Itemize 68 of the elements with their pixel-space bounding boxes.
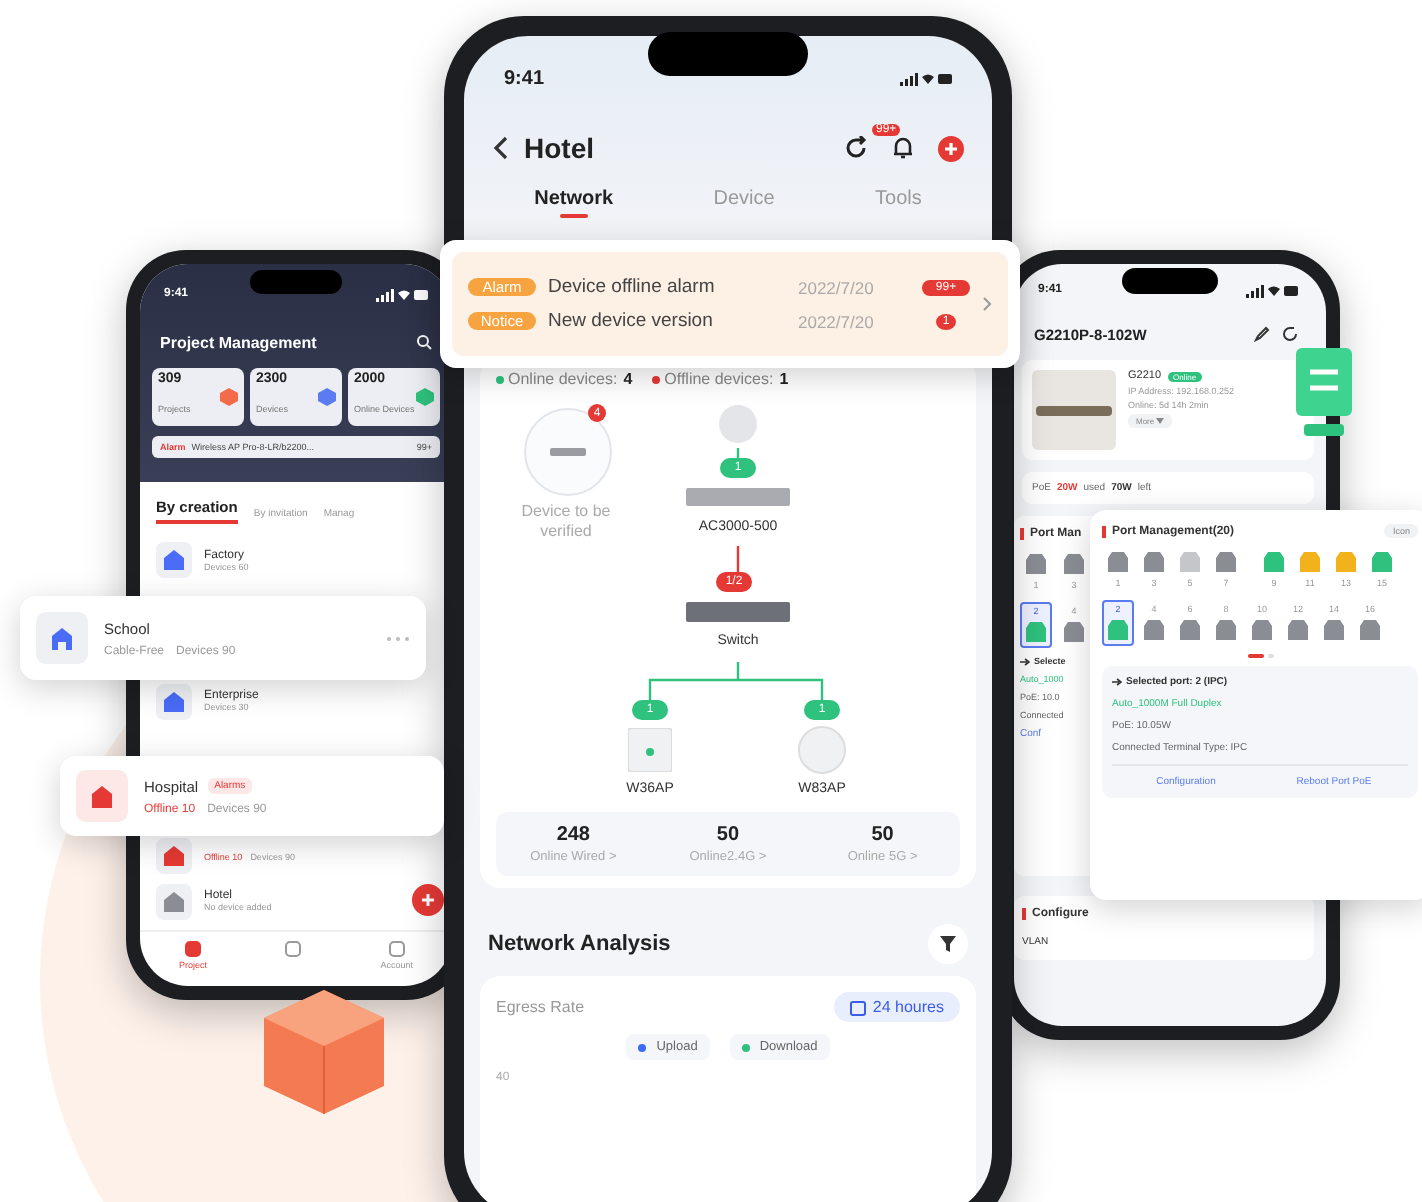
- section-tab[interactable]: Device: [705, 184, 783, 218]
- port-icon[interactable]: [1322, 618, 1346, 642]
- arrow-icon: [1020, 657, 1030, 665]
- port-icon[interactable]: [1250, 618, 1274, 642]
- port-icon[interactable]: [1370, 550, 1394, 574]
- more-icon[interactable]: [386, 635, 410, 641]
- building-icon: [90, 784, 114, 808]
- port-icon[interactable]: [1358, 618, 1382, 642]
- search-icon[interactable]: [416, 334, 432, 350]
- port-icon[interactable]: [1178, 550, 1202, 574]
- wall-ap-icon[interactable]: [628, 728, 672, 772]
- port-icon[interactable]: [1262, 550, 1286, 574]
- section-title: Network Analysis: [488, 932, 671, 956]
- app-title: Project Management: [160, 333, 317, 351]
- port-icon[interactable]: [1106, 618, 1130, 642]
- plus-icon: [420, 892, 436, 908]
- metric-label: Egress Rate: [496, 998, 585, 1016]
- refresh-icon[interactable]: [844, 136, 868, 160]
- device-status: Offline devices: 1: [652, 370, 789, 388]
- section-tab[interactable]: Tools: [867, 184, 930, 218]
- message-date: 2022/7/20: [798, 311, 876, 331]
- nav-icon: [183, 940, 202, 958]
- port-icon[interactable]: [1214, 550, 1238, 574]
- link-line: [736, 546, 740, 576]
- status-time: 9:41: [504, 67, 545, 89]
- port-icon[interactable]: [1142, 550, 1166, 574]
- filter-button[interactable]: [928, 924, 968, 964]
- bell-icon[interactable]: [892, 136, 914, 160]
- camera-notch: [1122, 268, 1218, 294]
- device-photo: [1032, 370, 1116, 450]
- nav-icon: [387, 940, 406, 958]
- port-icon[interactable]: [1106, 550, 1130, 574]
- calendar-icon: [850, 999, 867, 1015]
- port-icon[interactable]: [1024, 552, 1048, 576]
- arrow-icon: [1112, 678, 1122, 686]
- port-icon[interactable]: [1062, 552, 1086, 576]
- chevron-icon[interactable]: [982, 296, 992, 312]
- refresh-icon[interactable]: [1282, 326, 1298, 342]
- building-icon: [50, 626, 74, 650]
- device-status: Online devices: 4: [496, 370, 633, 388]
- time-range-button[interactable]: 24 houres: [834, 992, 960, 1022]
- add-icon[interactable]: [938, 135, 964, 161]
- status-icons: [1246, 283, 1298, 297]
- filter-icon: [940, 936, 956, 952]
- back-icon[interactable]: [492, 136, 508, 160]
- port-icon[interactable]: [1298, 550, 1322, 574]
- pending-device-label: Device to be verified: [519, 502, 613, 544]
- port-icon[interactable]: [1062, 620, 1086, 644]
- message-text: New device version: [548, 310, 715, 332]
- port-icon[interactable]: [1142, 618, 1166, 642]
- port-icon[interactable]: [1286, 618, 1310, 642]
- port-icon[interactable]: [1334, 550, 1358, 574]
- caret-icon: [1156, 418, 1165, 424]
- status-icons: [376, 287, 428, 301]
- port-icon[interactable]: [1024, 620, 1048, 644]
- message-text: Device offline alarm: [548, 276, 717, 298]
- status-icons: [900, 71, 952, 85]
- port-icon[interactable]: [1214, 618, 1238, 642]
- page-title: Hotel: [524, 132, 594, 164]
- port-icon[interactable]: [1178, 618, 1202, 642]
- nav-icon: [284, 940, 303, 958]
- pending-device-button[interactable]: [524, 408, 612, 496]
- camera-notch: [250, 270, 342, 294]
- section-tab[interactable]: Network: [526, 184, 622, 218]
- add-button[interactable]: [412, 884, 444, 916]
- edit-icon[interactable]: [1254, 326, 1270, 342]
- switch-icon[interactable]: [686, 602, 790, 622]
- message-date: 2022/7/20: [798, 277, 876, 297]
